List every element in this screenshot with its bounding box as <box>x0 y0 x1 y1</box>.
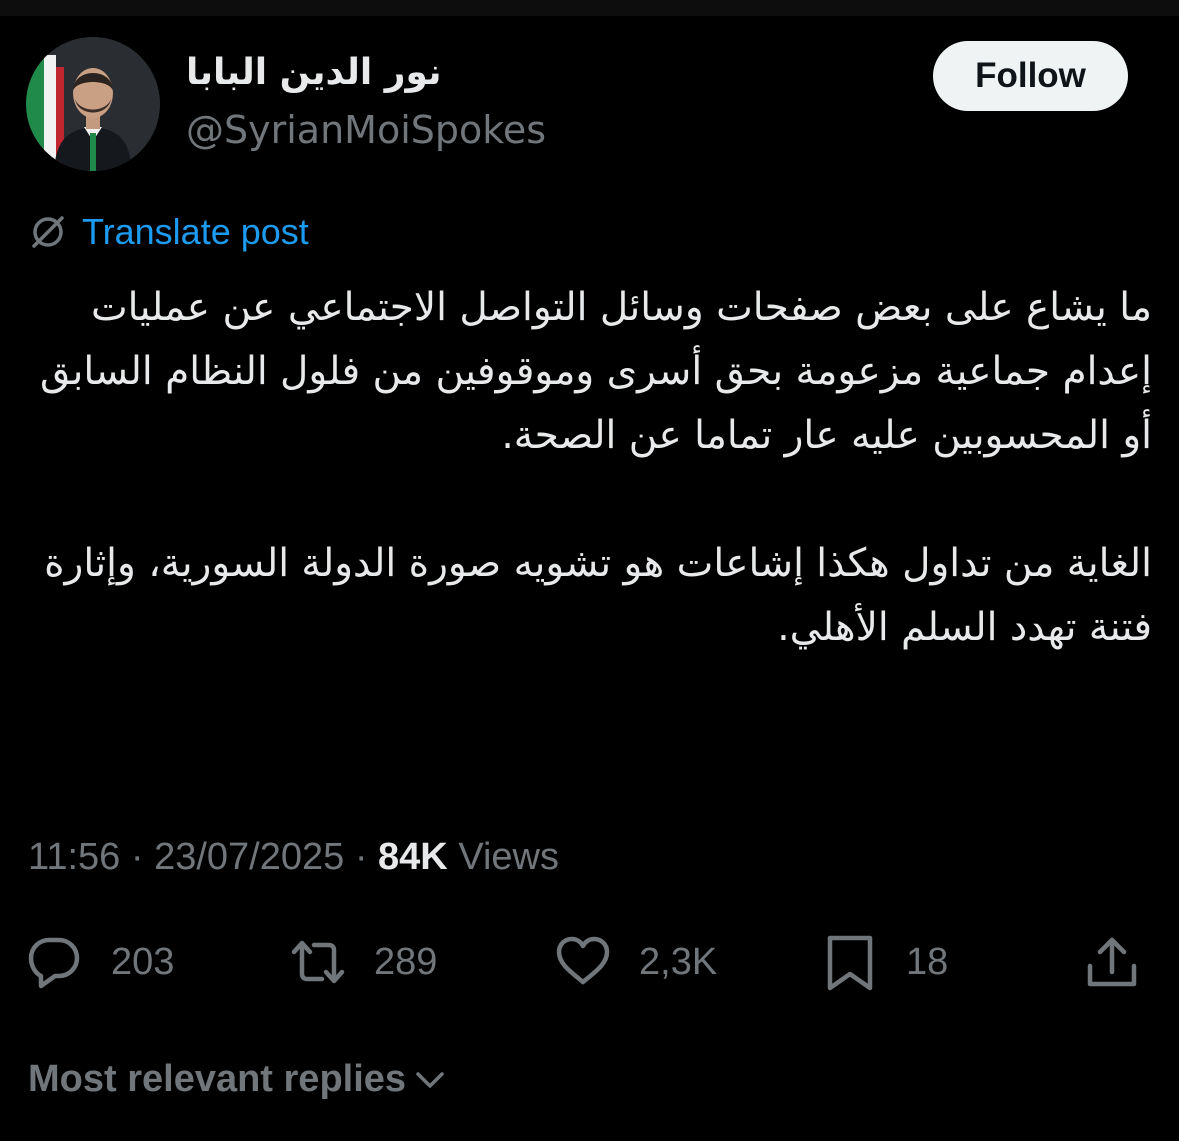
translate-globe-icon <box>32 216 64 248</box>
chevron-down-icon <box>416 1071 444 1088</box>
heart-icon <box>556 936 610 985</box>
post-meta: 11:56 · 23/07/2025 · 84K Views <box>28 836 559 879</box>
share-button[interactable] <box>1082 930 1142 994</box>
reply-button[interactable]: 203 <box>25 930 174 994</box>
author-avatar[interactable] <box>26 37 160 171</box>
repost-button[interactable]: 289 <box>288 930 437 994</box>
author-handle[interactable]: @SyrianMoiSpokes <box>186 108 546 152</box>
reply-bubble-icon <box>28 937 80 989</box>
share-icon <box>1087 937 1137 987</box>
meta-separator: · <box>130 836 144 878</box>
post-time[interactable]: 11:56 <box>28 836 120 878</box>
reply-count: 203 <box>111 940 175 983</box>
translate-post-link[interactable]: Translate post <box>28 208 309 256</box>
like-count: 2,3K <box>639 940 718 983</box>
post-date[interactable]: 23/07/2025 <box>154 836 344 878</box>
post-paragraph-2: الغاية من تداول هكذا إشاعات هو تشويه صور… <box>44 541 1152 650</box>
views-count[interactable]: 84K <box>378 836 448 878</box>
post-text: ما يشاع على بعض صفحات وسائل التواصل الاج… <box>28 276 1152 660</box>
like-button[interactable]: 2,3K <box>553 930 717 994</box>
top-strip <box>0 0 1179 16</box>
follow-button[interactable]: Follow <box>933 41 1128 111</box>
repost-icon <box>291 940 345 984</box>
bookmark-count: 18 <box>906 940 949 983</box>
translate-post-label: Translate post <box>82 211 309 252</box>
meta-separator: · <box>354 836 368 878</box>
bookmark-icon <box>827 935 873 991</box>
author-display-name[interactable]: نور الدين البابا <box>186 52 442 93</box>
avatar-image <box>26 37 160 171</box>
views-label: Views <box>458 836 559 878</box>
replies-sort-dropdown[interactable]: Most relevant replies <box>28 1058 446 1101</box>
bookmark-button[interactable]: 18 <box>820 930 948 994</box>
replies-sort-label: Most relevant replies <box>28 1058 407 1100</box>
repost-count: 289 <box>374 940 438 983</box>
post-paragraph-1: ما يشاع على بعض صفحات وسائل التواصل الاج… <box>39 285 1152 458</box>
